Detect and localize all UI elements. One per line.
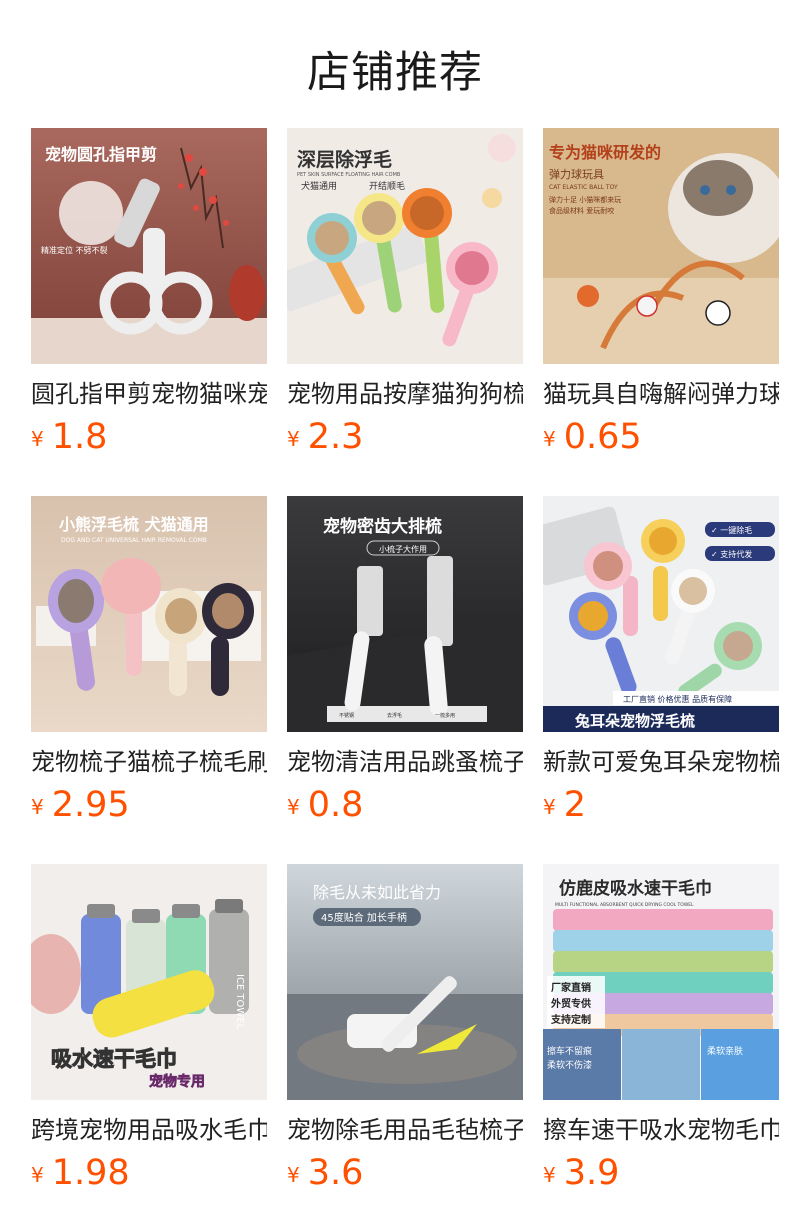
price-value: 2 [563,785,587,825]
product-price: ¥2.95 [31,785,267,825]
page-header: 店铺推荐 [0,0,790,128]
product-price: ¥1.98 [31,1153,267,1193]
image-caption: 宠物专用 [149,1073,205,1090]
product-card[interactable]: ✓ 一键除毛 ✓ 支持代发 工厂直销 价格优惠 品质有保障 兔耳朵宠物浮毛梳 新… [543,496,779,864]
image-caption: 不锈钢 [339,712,354,719]
image-caption: CAT ELASTIC BALL TOY [549,184,618,191]
currency-symbol: ¥ [543,795,556,819]
product-card[interactable]: 宠物圆孔指甲剪 精准定位 不劈不裂 圆孔指甲剪宠物猫咪宠物用品 ¥1.8 [31,128,267,496]
image-caption: 食品级材料 爱玩耐咬 [549,206,614,215]
product-name[interactable]: 宠物用品按摩猫狗狗梳子 [287,377,523,411]
image-caption: DOG AND CAT UNIVERSAL HAIR REMOVAL COMB [61,537,207,544]
currency-symbol: ¥ [543,1163,556,1187]
product-card[interactable]: 小熊浮毛梳 犬猫通用 DOG AND CAT UNIVERSAL HAIR RE… [31,496,267,864]
image-caption: 支持定制 [550,1013,591,1026]
product-name[interactable]: 跨境宠物用品吸水毛巾 [31,1113,267,1147]
product-image[interactable]: 宠物密齿大排梳 小梳子大作用 不锈钢 去浮毛 一梳多用 [287,496,523,732]
product-image[interactable]: 专为猫咪研发的 弹力球玩具 CAT ELASTIC BALL TOY 弹力十足 … [543,128,779,364]
page-title: 店铺推荐 [307,48,483,98]
product-card[interactable]: 仿鹿皮吸水速干毛巾 MULTI FUNCTIONAL ABSORBENT QUI… [543,864,779,1232]
image-caption: PET SKIN SURFACE FLOATING HAIR COMB [297,172,401,178]
product-image[interactable]: 小熊浮毛梳 犬猫通用 DOG AND CAT UNIVERSAL HAIR RE… [31,496,267,732]
product-price: ¥3.6 [287,1153,523,1193]
image-caption: 宠物密齿大排梳 [323,516,442,537]
image-caption: 擦车不留痕 [547,1045,592,1057]
product-image[interactable]: 深层除浮毛 PET SKIN SURFACE FLOATING HAIR COM… [287,128,523,364]
image-caption: 吸水速干毛巾 [51,1047,177,1071]
product-grid: 宠物圆孔指甲剪 精准定位 不劈不裂 圆孔指甲剪宠物猫咪宠物用品 ¥1.8 [31,128,779,1232]
product-card[interactable]: 除毛从未如此省力 45度贴合 加长手柄 宠物除毛用品毛毡梳子 ¥3.6 [287,864,523,1232]
image-caption: 柔软亲肤 [707,1045,743,1057]
image-caption: 深层除浮毛 [297,148,392,171]
currency-symbol: ¥ [287,795,300,819]
image-caption: 兔耳朵宠物浮毛梳 [574,712,695,730]
image-caption: 开结顺毛 [369,180,405,192]
product-name[interactable]: 擦车速干吸水宠物毛巾 [543,1113,779,1147]
image-caption: 除毛从未如此省力 [313,883,441,902]
currency-symbol: ¥ [287,1163,300,1187]
product-name[interactable]: 宠物除毛用品毛毡梳子 [287,1113,523,1147]
currency-symbol: ¥ [31,1163,44,1187]
product-name[interactable]: 新款可爱兔耳朵宠物梳 [543,745,779,779]
product-name[interactable]: 宠物梳子猫梳子梳毛刷 [31,745,267,779]
currency-symbol: ¥ [543,427,556,451]
image-caption: 精准定位 不劈不裂 [41,245,108,255]
product-card[interactable]: 深层除浮毛 PET SKIN SURFACE FLOATING HAIR COM… [287,128,523,496]
image-caption: 弹力球玩具 [549,167,604,181]
image-caption: 犬猫通用 [301,180,337,192]
image-caption: 弹力十足 小猫咪都来玩 [549,195,621,204]
image-caption: ✓ 支持代发 [711,549,752,559]
image-caption: ICE TOWEL [234,974,245,1030]
product-image[interactable]: 除毛从未如此省力 45度贴合 加长手柄 [287,864,523,1100]
price-value: 2.95 [51,785,130,825]
product-price: ¥1.8 [31,417,267,457]
price-value: 0.65 [563,417,642,457]
product-name[interactable]: 宠物清洁用品跳蚤梳子 [287,745,523,779]
image-caption: 一梳多用 [435,712,455,719]
image-caption: 小梳子大作用 [379,544,427,554]
currency-symbol: ¥ [31,795,44,819]
product-name[interactable]: 猫玩具自嗨解闷弹力球 [543,377,779,411]
product-price: ¥0.8 [287,785,523,825]
price-value: 1.98 [51,1153,130,1193]
product-price: ¥3.9 [543,1153,779,1193]
image-caption: 工厂直销 价格优惠 品质有保障 [623,694,732,704]
product-image[interactable]: ✓ 一键除毛 ✓ 支持代发 工厂直销 价格优惠 品质有保障 兔耳朵宠物浮毛梳 [543,496,779,732]
product-card[interactable]: 专为猫咪研发的 弹力球玩具 CAT ELASTIC BALL TOY 弹力十足 … [543,128,779,496]
currency-symbol: ¥ [31,427,44,451]
image-caption: 柔软不伤漆 [547,1059,592,1071]
product-name[interactable]: 圆孔指甲剪宠物猫咪宠物用品 [31,377,267,411]
price-value: 0.8 [307,785,364,825]
product-image[interactable]: 仿鹿皮吸水速干毛巾 MULTI FUNCTIONAL ABSORBENT QUI… [543,864,779,1100]
currency-symbol: ¥ [287,427,300,451]
price-value: 3.6 [307,1153,364,1193]
product-price: ¥2.3 [287,417,523,457]
image-caption: 45度贴合 加长手柄 [321,911,407,924]
image-caption: MULTI FUNCTIONAL ABSORBENT QUICK DRYING … [555,902,694,908]
image-caption: 专为猫咪研发的 [549,143,661,162]
product-card[interactable]: ICE TOWEL 吸水速干毛巾 宠物专用 跨境宠物用品吸水毛巾 ¥1.98 [31,864,267,1232]
image-caption: 外贸专供 [550,997,591,1010]
price-value: 2.3 [307,417,364,457]
product-card[interactable]: 宠物密齿大排梳 小梳子大作用 不锈钢 去浮毛 一梳多用 宠物清洁用品跳蚤梳子 ¥… [287,496,523,864]
product-image[interactable]: ICE TOWEL 吸水速干毛巾 宠物专用 [31,864,267,1100]
image-caption: 厂家直销 [551,981,591,994]
product-price: ¥0.65 [543,417,779,457]
image-caption: ✓ 一键除毛 [711,525,752,535]
product-price: ¥2 [543,785,779,825]
price-value: 1.8 [51,417,108,457]
image-caption: 仿鹿皮吸水速干毛巾 [559,878,712,899]
product-image[interactable]: 宠物圆孔指甲剪 精准定位 不劈不裂 [31,128,267,364]
image-caption: 小熊浮毛梳 犬猫通用 [59,515,209,534]
price-value: 3.9 [563,1153,620,1193]
image-caption: 宠物圆孔指甲剪 [45,145,157,164]
image-caption: 去浮毛 [387,712,402,719]
